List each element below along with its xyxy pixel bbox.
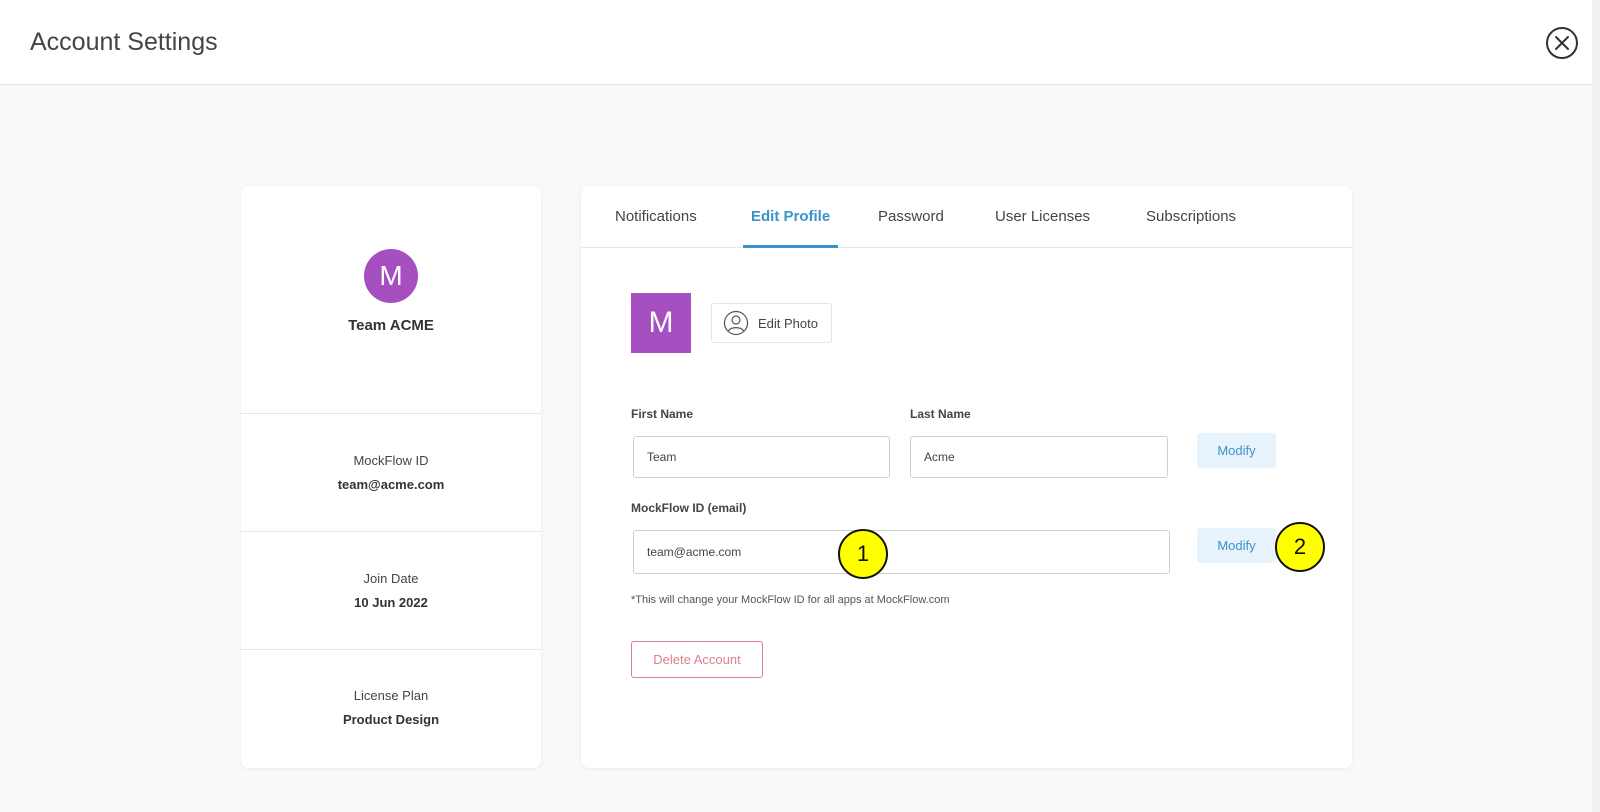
email-hint: *This will change your MockFlow ID for a… [631, 594, 950, 606]
avatar: M [364, 249, 418, 303]
first-name-input[interactable]: Team [633, 436, 890, 478]
tab-edit-profile[interactable]: Edit Profile [743, 186, 839, 248]
settings-card: Notifications Edit Profile Password User… [581, 186, 1352, 768]
mockflow-id-section: MockFlow ID team@acme.com [241, 414, 541, 532]
annotation-marker-1: 1 [838, 529, 888, 579]
annotation-marker-2: 2 [1275, 522, 1325, 572]
last-name-input[interactable]: Acme [910, 436, 1168, 478]
join-date-label: Join Date [363, 571, 419, 586]
license-plan-label: License Plan [353, 688, 429, 703]
delete-account-button[interactable]: Delete Account [631, 641, 763, 678]
edit-photo-label: Edit Photo [758, 315, 818, 331]
edit-photo-button[interactable]: Edit Photo [711, 303, 832, 343]
close-button[interactable] [1546, 27, 1578, 59]
page-title: Account Settings [30, 28, 218, 56]
mockflow-id-label: MockFlow ID [353, 453, 429, 468]
modify-email-button[interactable]: Modify [1197, 528, 1276, 563]
tab-password[interactable]: Password [870, 186, 952, 248]
profile-photo: M [631, 293, 691, 353]
modify-name-button[interactable]: Modify [1197, 433, 1276, 468]
profile-summary-card: M Team ACME MockFlow ID team@acme.com Jo… [241, 186, 541, 768]
last-name-label: Last Name [910, 407, 971, 421]
email-input[interactable]: team@acme.com [633, 530, 1170, 574]
user-icon [723, 310, 749, 336]
header-bar: Account Settings [0, 0, 1592, 85]
settings-tabs: Notifications Edit Profile Password User… [581, 186, 1352, 248]
profile-name: Team ACME [348, 317, 434, 334]
tab-notifications[interactable]: Notifications [607, 186, 705, 248]
scrollbar[interactable] [1592, 0, 1600, 812]
license-plan-value: Product Design [342, 712, 440, 727]
mockflow-id-value: team@acme.com [337, 477, 445, 492]
email-label: MockFlow ID (email) [631, 501, 747, 515]
tab-subscriptions[interactable]: Subscriptions [1138, 186, 1244, 248]
close-icon [1555, 36, 1569, 50]
tab-user-licenses[interactable]: User Licenses [987, 186, 1098, 248]
join-date-section: Join Date 10 Jun 2022 [241, 532, 541, 650]
license-plan-section: License Plan Product Design [241, 650, 541, 765]
first-name-label: First Name [631, 407, 694, 421]
join-date-value: 10 Jun 2022 [354, 595, 428, 610]
profile-summary-top: M Team ACME [241, 186, 541, 414]
